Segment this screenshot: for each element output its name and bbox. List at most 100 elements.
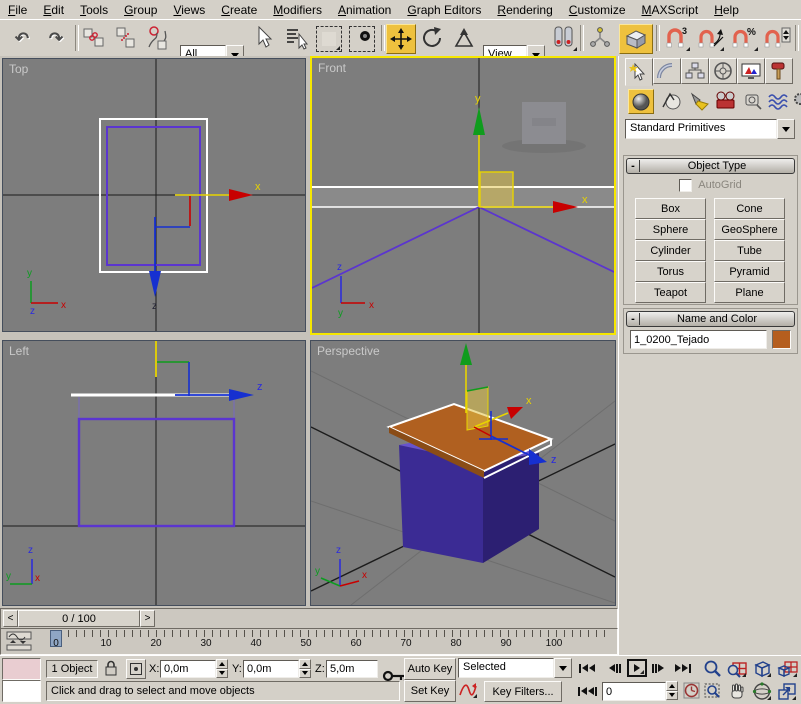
tab-hierarchy[interactable] [681, 58, 709, 84]
sphere-button[interactable]: Sphere [635, 219, 706, 240]
select-and-rotate-button[interactable] [419, 24, 447, 52]
viewport-left-label[interactable]: Left [9, 344, 29, 358]
menu-group[interactable]: Group [116, 1, 165, 19]
category-lights-button[interactable] [687, 89, 711, 112]
bind-to-space-warp-button[interactable] [144, 24, 172, 52]
time-slider-prev-button[interactable]: < [3, 610, 18, 627]
percent-snap-toggle-button[interactable]: % [729, 24, 759, 52]
dropdown-arrow-icon[interactable] [777, 119, 795, 139]
undo-button[interactable]: ↶ [8, 24, 36, 52]
cylinder-button[interactable]: Cylinder [635, 240, 706, 261]
zoom-all-button[interactable] [727, 659, 747, 678]
viewport-top[interactable]: x z y z x Top [2, 58, 306, 332]
dropdown-arrow-icon[interactable] [554, 658, 572, 678]
tab-motion[interactable] [709, 58, 737, 84]
rollout-collapse-icon[interactable]: - [627, 313, 640, 325]
zoom-extents-all-button[interactable] [777, 659, 798, 678]
geosphere-button[interactable]: GeoSphere [714, 219, 785, 240]
play-animation-button[interactable] [627, 659, 647, 677]
go-to-start-button[interactable] [577, 659, 596, 677]
object-name-input[interactable] [631, 334, 766, 346]
plane-button[interactable]: Plane [714, 282, 785, 303]
menu-views[interactable]: Views [165, 1, 213, 19]
menu-maxscript[interactable]: MAXScript [634, 1, 707, 19]
box-wireframe[interactable] [107, 127, 200, 265]
go-to-end-button[interactable] [673, 659, 692, 677]
select-and-link-button[interactable] [80, 24, 108, 52]
tab-utilities[interactable] [765, 58, 793, 84]
time-slider-next-button[interactable]: > [140, 610, 155, 627]
menu-animation[interactable]: Animation [330, 1, 399, 19]
category-helpers-button[interactable] [741, 89, 765, 112]
tab-display[interactable] [737, 58, 765, 84]
menu-file[interactable]: File [0, 1, 35, 19]
x-coordinate-field[interactable] [160, 660, 216, 678]
selection-lock-toggle[interactable] [104, 659, 119, 680]
primitives-category-dropdown[interactable]: Standard Primitives [625, 119, 795, 139]
spinner-snap-toggle-button[interactable] [762, 24, 792, 52]
z-coordinate-input[interactable] [327, 663, 377, 675]
key-filters-button[interactable]: Key Filters... [484, 681, 562, 702]
arc-rotate-button[interactable] [752, 682, 772, 701]
transform-gizmo[interactable]: x z [149, 181, 261, 312]
absolute-mode-transform-button[interactable] [126, 659, 146, 679]
object-color-swatch[interactable] [772, 330, 791, 349]
key-mode-dropdown[interactable]: Selected [458, 658, 572, 678]
redo-button[interactable]: ↷ [42, 24, 70, 52]
viewport-front-label[interactable]: Front [318, 61, 346, 75]
rectangular-selection-region-button[interactable] [316, 26, 342, 52]
current-frame-input[interactable] [603, 686, 665, 698]
angle-snap-toggle-button[interactable] [695, 24, 725, 52]
pyramid-button[interactable]: Pyramid [714, 261, 785, 282]
keyboard-shortcut-override-button[interactable] [619, 24, 653, 54]
name-and-color-rollout-header[interactable]: - Name and Color [626, 311, 795, 327]
menu-help[interactable]: Help [706, 1, 747, 19]
select-and-move-button[interactable] [386, 24, 416, 54]
menu-graph-editors[interactable]: Graph Editors [399, 1, 489, 19]
menu-create[interactable]: Create [213, 1, 265, 19]
category-cameras-button[interactable] [714, 89, 738, 112]
select-by-name-button[interactable] [283, 24, 311, 52]
category-systems-button[interactable] [791, 89, 801, 112]
previous-frame-button[interactable] [605, 659, 624, 677]
y-coordinate-field[interactable] [243, 660, 299, 678]
unlink-selection-button[interactable] [112, 24, 140, 52]
key-mode-toggle-button[interactable] [578, 682, 597, 700]
menu-customize[interactable]: Customize [561, 1, 634, 19]
menu-tools[interactable]: Tools [72, 1, 116, 19]
x-coordinate-input[interactable] [161, 663, 215, 675]
next-frame-button[interactable] [648, 659, 667, 677]
viewport-left[interactable]: z z y x Left [2, 340, 306, 606]
category-space-warps-button[interactable] [767, 89, 791, 112]
rollout-collapse-icon[interactable]: - [627, 160, 640, 172]
snaps-toggle-button[interactable]: 3 [661, 24, 691, 52]
box-wireframe[interactable] [479, 207, 614, 272]
select-and-scale-button[interactable] [450, 24, 478, 52]
maximize-viewport-toggle-button[interactable] [777, 682, 797, 701]
set-key-button[interactable]: Set Key [404, 680, 456, 702]
tube-button[interactable]: Tube [714, 240, 785, 261]
open-mini-curve-editor-button[interactable] [5, 631, 35, 651]
maxscript-mini-listener-pink[interactable] [2, 658, 41, 680]
zoom-region-button[interactable] [703, 682, 723, 704]
menu-edit[interactable]: Edit [35, 1, 72, 19]
y-coordinate-input[interactable] [244, 663, 298, 675]
tab-modify[interactable] [653, 58, 681, 84]
zoom-extents-button[interactable] [752, 659, 772, 678]
object-name-field[interactable] [630, 330, 767, 349]
box-wireframe[interactable] [312, 207, 479, 288]
select-object-button[interactable] [251, 24, 279, 52]
torus-button[interactable]: Torus [635, 261, 706, 282]
tab-create[interactable] [625, 58, 653, 86]
object-type-rollout-header[interactable]: - Object Type [626, 158, 795, 174]
maxscript-mini-listener-white[interactable] [2, 680, 41, 702]
box-button[interactable]: Box [635, 198, 706, 219]
cone-button[interactable]: Cone [714, 198, 785, 219]
zoom-button[interactable] [703, 659, 722, 681]
time-configuration-button[interactable] [683, 682, 700, 702]
category-shapes-button[interactable] [659, 89, 683, 112]
viewport-front-active[interactable]: y x z y x Front [310, 56, 616, 335]
auto-key-button[interactable]: Auto Key [404, 658, 456, 680]
viewport-perspective[interactable]: x z z y x Perspective [310, 340, 616, 606]
transform-gizmo[interactable]: z [156, 341, 263, 401]
